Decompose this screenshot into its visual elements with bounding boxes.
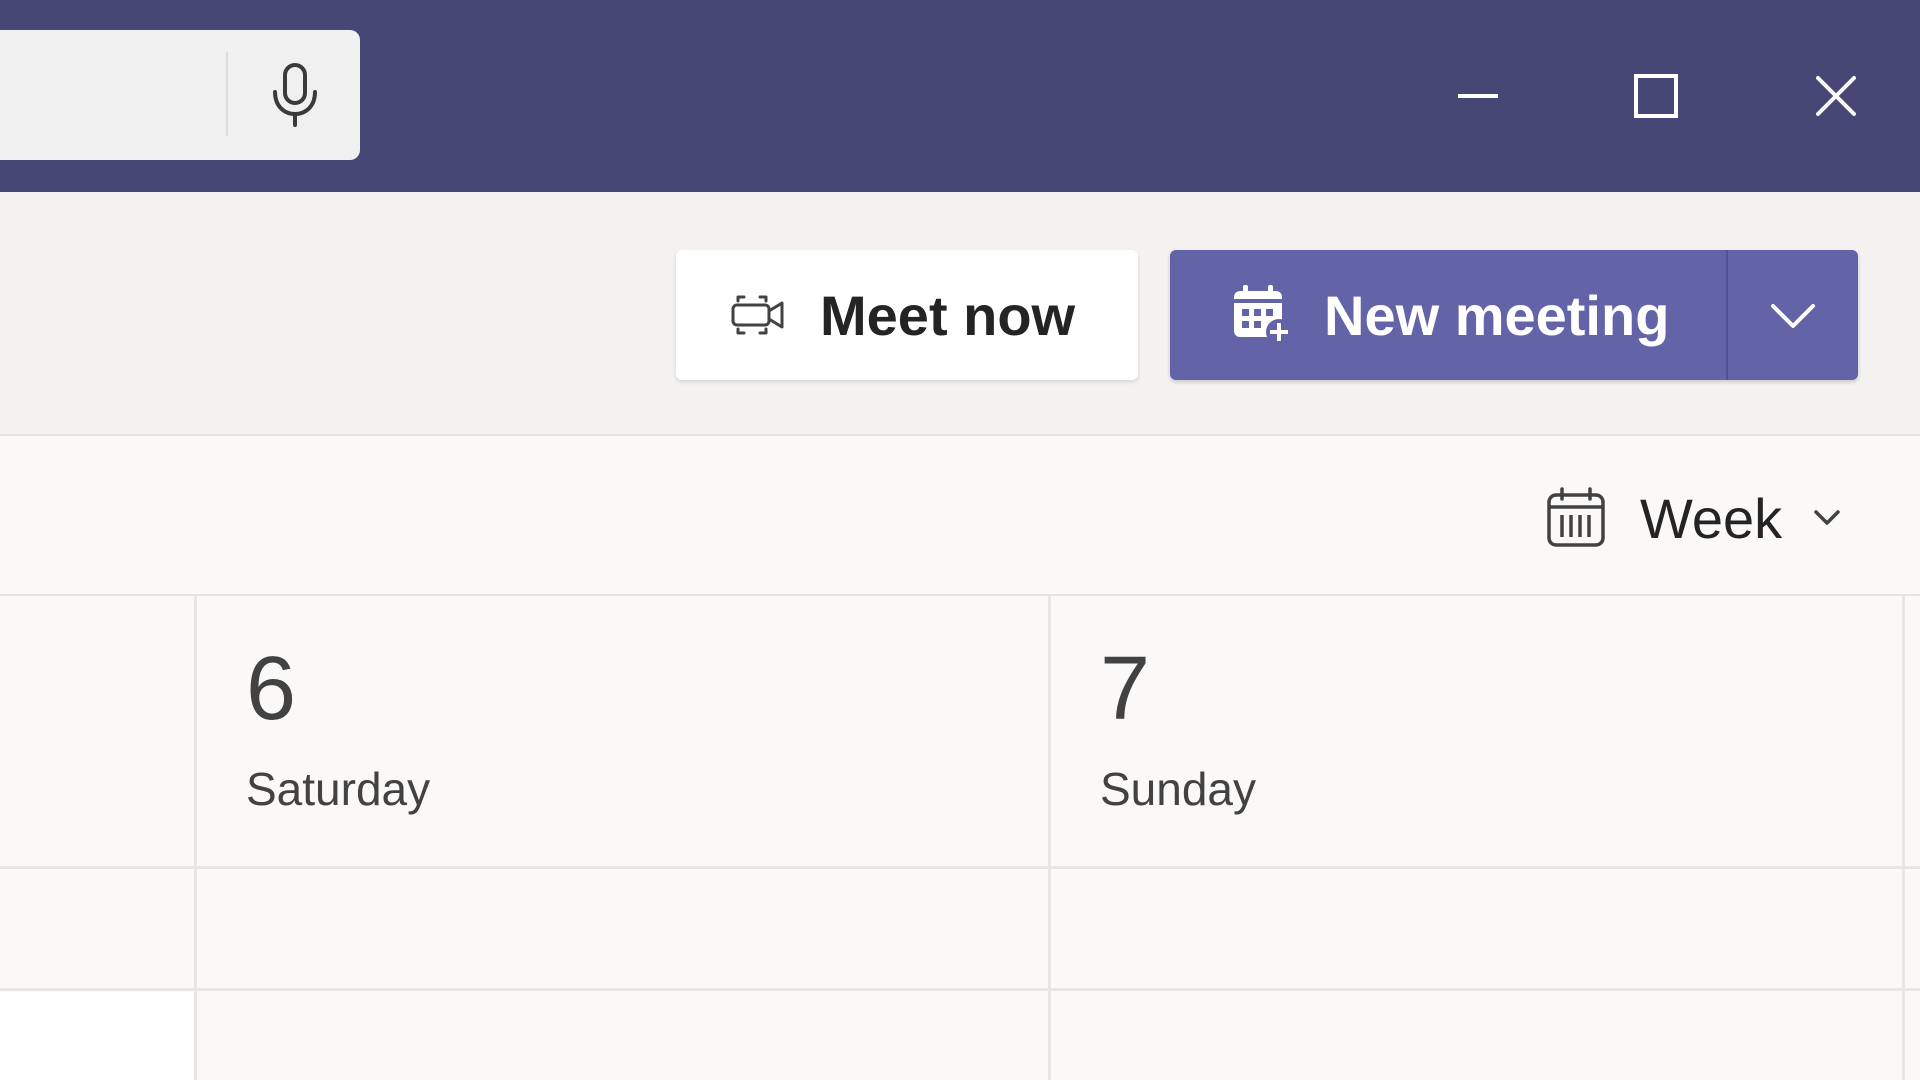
new-meeting-dropdown-button[interactable] [1728,250,1858,380]
maximize-button[interactable] [1618,58,1694,134]
column-divider [194,596,197,1080]
minimize-button[interactable] [1440,58,1516,134]
time-slot[interactable] [200,990,1048,1080]
day-number: 6 [246,639,297,739]
new-meeting-button[interactable]: New meeting [1170,250,1726,380]
calendar-icon [1547,487,1605,547]
calendar-grid: 6 Saturday 7 Sunday [0,596,1920,1080]
view-selector-label: Week [1640,486,1783,550]
day-name: Sunday [1100,763,1257,815]
minimize-icon [1458,94,1498,98]
day-number: 7 [1100,639,1151,739]
video-camera-icon [731,295,784,335]
column-divider [1902,596,1905,1080]
time-slot[interactable] [1052,870,1900,984]
command-bar: Meet now New meeting [0,192,1920,436]
search-divider [226,52,228,136]
search-box[interactable] [0,30,360,160]
close-button[interactable] [1798,58,1874,134]
column-divider [1048,596,1051,1080]
microphone-icon [273,63,317,127]
chevron-down-icon [1814,510,1840,525]
new-meeting-split-button: New meeting [1170,250,1858,380]
view-selector-dropdown[interactable]: Week [1546,478,1876,558]
row-divider [0,866,1920,869]
time-slot-previous-day[interactable] [0,992,196,1080]
title-bar [0,0,1920,192]
time-slot[interactable] [1052,990,1900,1080]
meet-now-button[interactable]: Meet now [676,250,1138,380]
day-header-sunday[interactable]: 7 Sunday [1052,596,1900,866]
time-slot[interactable] [200,870,1048,984]
day-header-saturday[interactable]: 6 Saturday [200,596,1048,866]
new-meeting-label: New meeting [1324,283,1670,347]
day-name: Saturday [246,763,431,815]
view-selector-chevron [1812,508,1842,528]
microphone-button[interactable] [258,58,332,132]
row-divider [0,988,1920,991]
meet-now-label: Meet now [820,283,1076,347]
chevron-down-icon [1771,304,1815,328]
view-bar: Week [0,438,1920,596]
calendar-add-icon [1234,285,1292,345]
close-icon [1816,76,1856,116]
maximize-icon [1634,74,1678,118]
